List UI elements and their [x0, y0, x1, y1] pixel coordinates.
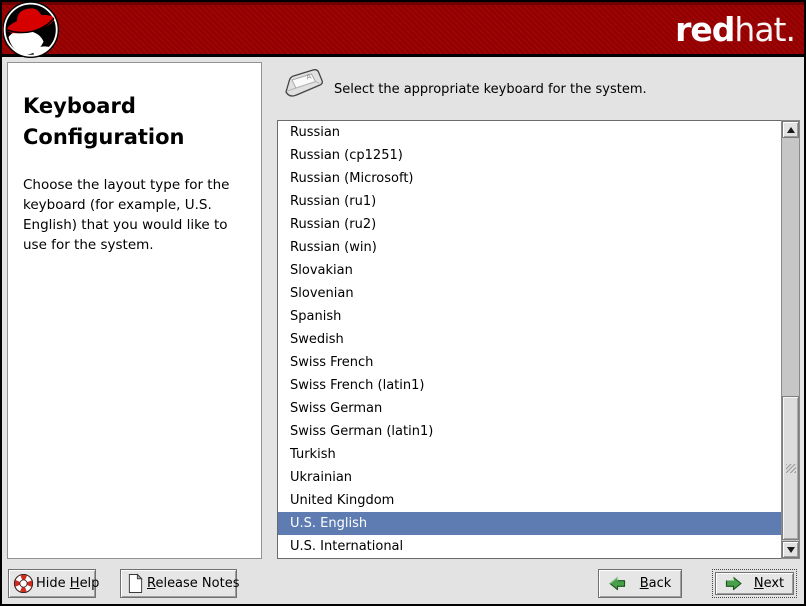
list-item[interactable]: Turkish	[278, 443, 782, 466]
help-panel: Keyboard Configuration Choose the layout…	[7, 62, 262, 559]
list-item[interactable]: Swiss French	[278, 351, 782, 374]
list-item[interactable]: Swiss German (latin1)	[278, 420, 782, 443]
scrollbar-thumb[interactable]	[782, 396, 799, 540]
list-item[interactable]: Russian (win)	[278, 236, 782, 259]
back-button[interactable]: Back	[598, 569, 682, 598]
next-label: Next	[753, 576, 785, 591]
list-item[interactable]: United Kingdom	[278, 489, 782, 512]
hide-help-button[interactable]: Hide Help	[8, 569, 100, 598]
list-item[interactable]: U.S. International	[278, 535, 782, 558]
release-notes-button[interactable]: Release Notes	[120, 569, 240, 598]
keyboard-key-icon: A	[283, 66, 325, 106]
brand-bold: red	[675, 10, 735, 49]
list-item[interactable]: U.S. English	[278, 512, 782, 535]
keyboard-layout-list: Russian Russian (cp1251) Russian (Micros…	[277, 120, 783, 559]
back-label: Back	[639, 576, 672, 591]
list-item[interactable]: Slovenian	[278, 282, 782, 305]
redhat-logotype: redhat.	[675, 8, 796, 52]
lifebuoy-icon	[13, 573, 34, 594]
header-banner: redhat.	[2, 2, 804, 57]
hide-help-label: Hide Help	[36, 576, 100, 591]
scroll-down-button[interactable]	[782, 541, 799, 558]
triangle-down-icon	[786, 546, 795, 553]
list-scrollbar[interactable]	[781, 120, 800, 559]
next-button-face: Next	[715, 572, 794, 595]
list-item[interactable]: Russian (cp1251)	[278, 144, 782, 167]
help-text: Choose the layout type for the keyboard …	[23, 177, 230, 253]
brand-light: hat.	[734, 10, 796, 49]
green-arrow-left-icon	[609, 576, 625, 591]
scroll-up-button[interactable]	[782, 121, 799, 138]
list-item[interactable]: Swiss French (latin1)	[278, 374, 782, 397]
scrollbar-grip-icon	[785, 463, 796, 473]
page-title: Keyboard Configuration	[23, 94, 185, 149]
list-item[interactable]: Swedish	[278, 328, 782, 351]
installer-window: redhat. Keyboard Configuration Choose th…	[0, 0, 806, 606]
list-item[interactable]: Ukrainian	[278, 466, 782, 489]
document-icon	[128, 573, 143, 593]
list-item[interactable]: Russian (ru2)	[278, 213, 782, 236]
redhat-shadowman-logo-icon	[2, 2, 62, 61]
triangle-up-icon	[786, 126, 795, 133]
next-button[interactable]: Next	[712, 569, 797, 598]
list-item[interactable]: Swiss German	[278, 397, 782, 420]
list-item[interactable]: Spanish	[278, 305, 782, 328]
release-notes-label: Release Notes	[147, 576, 240, 591]
list-item[interactable]: Slovakian	[278, 259, 782, 282]
list-item[interactable]: Russian (Microsoft)	[278, 167, 782, 190]
green-arrow-right-icon	[725, 576, 742, 591]
list-item[interactable]: Russian (ru1)	[278, 190, 782, 213]
list-item[interactable]: Russian	[278, 121, 782, 144]
instruction-text: Select the appropriate keyboard for the …	[334, 82, 647, 97]
